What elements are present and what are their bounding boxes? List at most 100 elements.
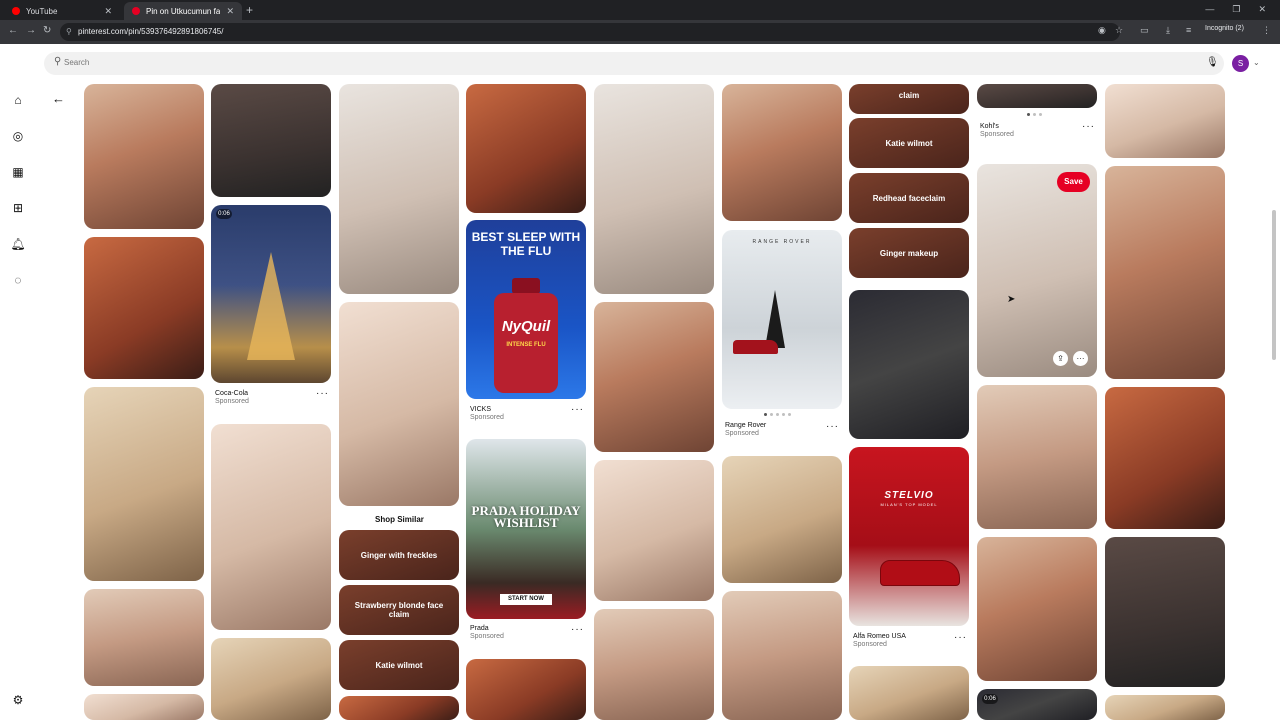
related-search-chip[interactable]: claim bbox=[849, 84, 969, 114]
pin-image[interactable] bbox=[722, 84, 842, 221]
pin-image[interactable] bbox=[339, 84, 459, 294]
ad-headline: STELVIO bbox=[884, 490, 934, 501]
ad-pin-kohls[interactable] bbox=[977, 84, 1097, 108]
pin-image[interactable] bbox=[84, 589, 204, 686]
create-icon[interactable]: ⊞ bbox=[10, 200, 26, 216]
maximize-icon[interactable]: ❐ bbox=[1232, 4, 1240, 15]
pin-image[interactable] bbox=[84, 84, 204, 229]
pin-image[interactable] bbox=[466, 84, 586, 213]
close-tab-icon[interactable]: ✕ bbox=[226, 6, 234, 17]
pin-image[interactable] bbox=[84, 237, 204, 379]
pin-image[interactable] bbox=[594, 460, 714, 601]
more-options-icon[interactable]: ··· bbox=[826, 421, 839, 432]
pin-image[interactable] bbox=[1105, 84, 1225, 158]
related-search-chip[interactable]: Katie wilmot bbox=[849, 118, 969, 168]
tab-pinterest[interactable]: Pin on Utkucumun favorisi ✕ bbox=[124, 2, 242, 20]
carousel-indicator bbox=[1027, 113, 1042, 116]
more-options-icon[interactable]: ··· bbox=[316, 388, 329, 399]
chevron-down-icon[interactable]: ⌄ bbox=[1253, 58, 1260, 67]
notifications-icon[interactable]: 🔔︎ bbox=[10, 236, 26, 252]
pin-image[interactable] bbox=[1105, 537, 1225, 687]
pin-image[interactable] bbox=[339, 696, 459, 720]
pin-image[interactable] bbox=[722, 591, 842, 720]
search-input[interactable]: Search bbox=[64, 58, 89, 67]
window-controls: — ❐ ✕ bbox=[1205, 4, 1266, 15]
more-options-icon[interactable]: ··· bbox=[1082, 121, 1095, 132]
search-bar[interactable]: ⚲ Search bbox=[44, 52, 1224, 75]
ad-brand[interactable]: Coca-Cola bbox=[215, 390, 248, 397]
pin-image[interactable] bbox=[1105, 166, 1225, 379]
settings-icon[interactable]: ⚙ bbox=[10, 692, 26, 708]
tracking-eye-icon[interactable]: ◉ bbox=[1098, 25, 1106, 36]
pin-image[interactable] bbox=[849, 290, 969, 439]
tab-youtube[interactable]: YouTube ✕ bbox=[4, 2, 120, 20]
pin-image[interactable] bbox=[84, 694, 204, 720]
media-icon[interactable]: ≡ bbox=[1186, 25, 1191, 35]
ad-brand[interactable]: Range Rover bbox=[725, 422, 766, 429]
pin-image[interactable] bbox=[466, 659, 586, 720]
sponsored-label: Sponsored bbox=[853, 641, 887, 648]
pin-image[interactable] bbox=[977, 385, 1097, 529]
reload-icon[interactable]: ↻ bbox=[43, 25, 51, 36]
back-arrow-icon[interactable]: ← bbox=[52, 91, 65, 106]
page-scrollbar[interactable] bbox=[1272, 210, 1276, 360]
pin-image[interactable] bbox=[339, 302, 459, 506]
pinterest-favicon-icon bbox=[132, 7, 140, 15]
related-search-chip[interactable]: Katie wilmot bbox=[339, 640, 459, 690]
forward-icon[interactable]: → bbox=[26, 25, 36, 36]
more-options-icon[interactable]: ··· bbox=[571, 404, 584, 415]
pin-image[interactable] bbox=[594, 84, 714, 294]
ad-headline: PRADA HOLIDAY WISHLIST bbox=[471, 503, 581, 530]
back-icon[interactable]: ← bbox=[8, 25, 18, 36]
ad-meta: Alfa Romeo USA Sponsored bbox=[853, 633, 906, 648]
ad-brand[interactable]: Alfa Romeo USA bbox=[853, 633, 906, 640]
pin-image[interactable] bbox=[211, 424, 331, 630]
related-search-chip[interactable]: Redhead faceclaim bbox=[849, 173, 969, 223]
share-icon[interactable]: ⇪ bbox=[1053, 351, 1068, 366]
minimize-icon[interactable]: — bbox=[1205, 4, 1214, 15]
ad-brand[interactable]: Prada bbox=[470, 625, 489, 632]
more-options-icon[interactable]: ··· bbox=[954, 632, 967, 643]
incognito-indicator[interactable]: Incognito (2) bbox=[1205, 25, 1244, 32]
youtube-favicon-icon bbox=[12, 7, 20, 15]
pin-image[interactable] bbox=[84, 387, 204, 581]
christmas-tree-graphic bbox=[247, 252, 295, 360]
related-search-chip[interactable]: Ginger makeup bbox=[849, 228, 969, 278]
new-tab-button[interactable]: + bbox=[246, 3, 253, 17]
hovered-pin-image[interactable] bbox=[977, 164, 1097, 377]
boards-icon[interactable]: ▦ bbox=[10, 164, 26, 180]
pin-image[interactable] bbox=[849, 666, 969, 720]
site-info-icon[interactable]: ⚲ bbox=[66, 23, 72, 41]
video-duration-badge: 0:06 bbox=[982, 694, 998, 704]
messages-icon[interactable]: ◌ bbox=[10, 272, 26, 288]
explore-icon[interactable]: ◎ bbox=[10, 128, 26, 144]
ad-brand[interactable]: Kohl's bbox=[980, 123, 999, 130]
related-search-chip[interactable]: Ginger with freckles bbox=[339, 530, 459, 580]
shop-similar-heading: Shop Similar bbox=[375, 515, 424, 524]
bookmark-star-icon[interactable]: ☆ bbox=[1115, 25, 1123, 36]
menu-dots-icon[interactable]: ⋮ bbox=[1262, 25, 1271, 36]
home-icon[interactable]: ⌂ bbox=[10, 92, 26, 108]
pin-image[interactable] bbox=[211, 638, 331, 720]
download-icon[interactable]: ⤓ bbox=[1166, 25, 1170, 36]
pin-image[interactable] bbox=[594, 609, 714, 720]
more-options-icon[interactable]: ··· bbox=[571, 624, 584, 635]
url-field[interactable]: ⚲ pinterest.com/pin/539376492891806745/ bbox=[60, 23, 1120, 41]
avatar[interactable]: S bbox=[1232, 55, 1249, 72]
pin-image[interactable] bbox=[1105, 387, 1225, 529]
close-window-icon[interactable]: ✕ bbox=[1258, 4, 1266, 15]
microphone-icon[interactable]: 🎙︎ bbox=[1206, 57, 1219, 68]
pin-image[interactable] bbox=[211, 84, 331, 197]
ad-pin-alfa-romeo[interactable] bbox=[849, 447, 969, 626]
ad-brand[interactable]: VICKS bbox=[470, 406, 491, 413]
start-now-button[interactable]: START NOW bbox=[500, 594, 552, 605]
pin-image[interactable] bbox=[977, 537, 1097, 681]
save-button[interactable]: Save bbox=[1057, 172, 1090, 192]
related-search-chip[interactable]: Strawberry blonde face claim bbox=[339, 585, 459, 635]
more-options-icon[interactable]: ··· bbox=[1073, 351, 1088, 366]
close-tab-icon[interactable]: ✕ bbox=[104, 6, 112, 17]
pin-image[interactable] bbox=[594, 302, 714, 452]
pin-image[interactable] bbox=[722, 456, 842, 583]
side-panel-icon[interactable]: ▭ bbox=[1140, 25, 1149, 36]
pin-image[interactable] bbox=[1105, 695, 1225, 720]
